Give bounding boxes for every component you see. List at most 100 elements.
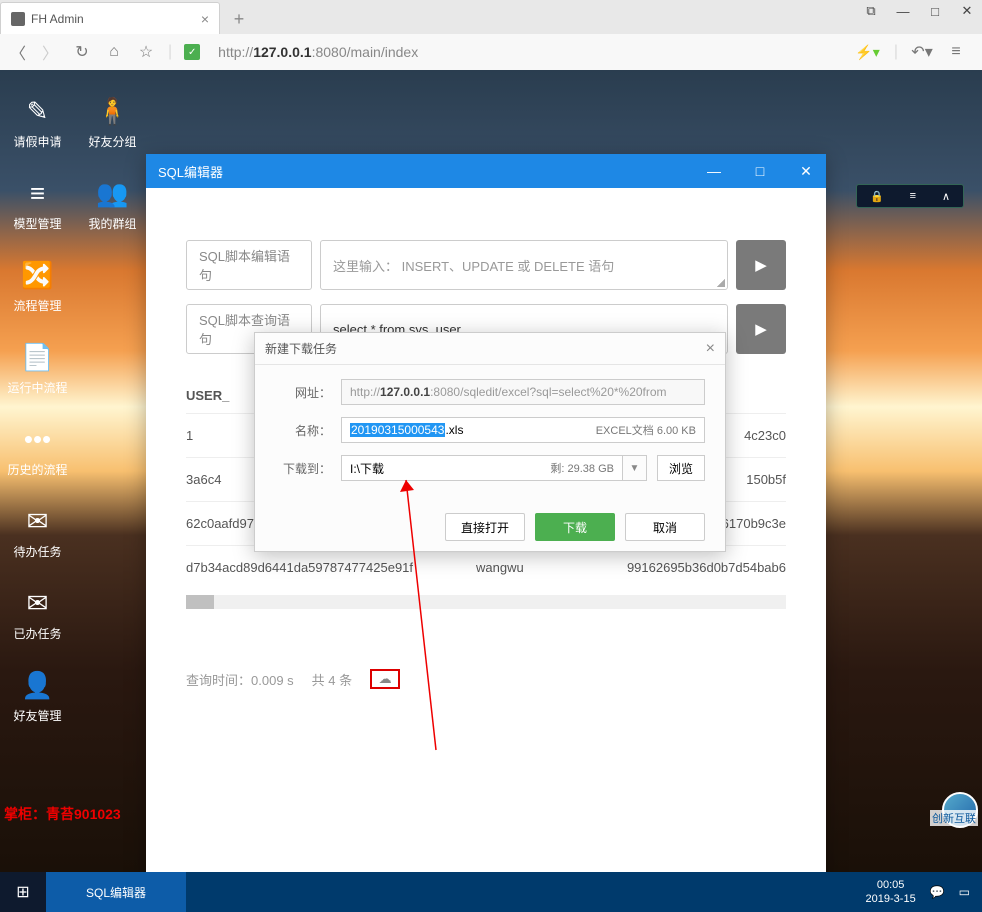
- taskbar-item-sql[interactable]: SQL编辑器: [46, 872, 186, 912]
- url-scheme: http://: [218, 44, 253, 60]
- run-edit-button[interactable]: ▶: [736, 240, 786, 290]
- sidebar-item-label: 模型管理: [13, 215, 61, 232]
- download-button[interactable]: 下载: [535, 513, 615, 541]
- download-dialog: 新建下载任务 × 网址： http://127.0.0.1:8080/sqled…: [254, 332, 726, 552]
- url-host: 127.0.0.1: [253, 44, 311, 60]
- cell: wangwu: [476, 560, 576, 575]
- clock[interactable]: 00:05 2019-3-15: [866, 878, 916, 907]
- maximize-button[interactable]: □: [928, 4, 942, 18]
- sidebar-item-my-groups[interactable]: 👥我的群组: [75, 168, 150, 242]
- sidebar-item-label: 待办任务: [13, 543, 61, 560]
- scrollbar-thumb[interactable]: [186, 595, 214, 609]
- window-panel-controls[interactable]: 🔒 ≡ ∧: [856, 184, 964, 208]
- sql-titlebar[interactable]: SQL编辑器 — □ ✕: [146, 154, 826, 188]
- tab-favicon-icon: [11, 12, 25, 26]
- bolt-icon[interactable]: ⚡▾: [855, 44, 879, 61]
- close-button[interactable]: ✕: [798, 163, 814, 180]
- sidebar-item-history-process[interactable]: •••历史的流程: [0, 414, 75, 488]
- home-button[interactable]: ⌂: [104, 42, 124, 62]
- minimize-button[interactable]: —: [706, 163, 722, 180]
- sidebar-item-label: 好友分组: [88, 133, 136, 150]
- url-bar[interactable]: http://127.0.0.1:8080/main/index: [212, 44, 843, 60]
- sidebar-item-friend-group[interactable]: 🧍好友分组: [75, 86, 150, 160]
- url-text: 127.0.0.1: [380, 385, 430, 399]
- sidebar-item-model-mgmt[interactable]: ≡ 模型管理: [0, 168, 75, 242]
- menu-icon[interactable]: ≡: [946, 42, 966, 62]
- browser-chrome: FH Admin × + ⧉ — □ ✕ 〈 〉 ↻ ⌂ ☆ | ✓ http:…: [0, 0, 982, 70]
- url-input[interactable]: http://127.0.0.1:8080/sqledit/excel?sql=…: [341, 379, 705, 405]
- favorite-button[interactable]: ☆: [136, 42, 156, 62]
- taskbar-item-label: SQL编辑器: [86, 884, 146, 901]
- list-icon[interactable]: ≡: [910, 190, 916, 202]
- forward-button[interactable]: 〉: [40, 42, 60, 62]
- maximize-button[interactable]: □: [752, 163, 768, 180]
- sidebar-item-label: 流程管理: [13, 297, 61, 314]
- path-dropdown-button[interactable]: ▼: [623, 455, 647, 481]
- browse-button[interactable]: 浏览: [657, 455, 705, 481]
- sidebar-item-leave-request[interactable]: ✎ 请假申请: [0, 86, 75, 160]
- edit-sql-input[interactable]: 这里输入： INSERT、UPDATE 或 DELETE 语句: [320, 240, 728, 290]
- minimize-button[interactable]: —: [896, 4, 910, 18]
- shield-icon[interactable]: ✓: [184, 44, 200, 60]
- sidebar-item-friend-mgmt[interactable]: 👤好友管理: [0, 660, 75, 734]
- sidebar-blank: [75, 332, 150, 406]
- open-direct-button[interactable]: 直接打开: [445, 513, 525, 541]
- sidebar-blank: [75, 578, 150, 652]
- close-icon[interactable]: ×: [201, 11, 209, 27]
- sidebar-blank: [75, 250, 150, 324]
- sidebar-item-label: 已办任务: [13, 625, 61, 642]
- sidebar-item-label: 历史的流程: [7, 461, 67, 478]
- edit-square-icon: ✎: [23, 97, 53, 127]
- url-text: :8080/sqledit/excel?sql=select%20*%20fro…: [430, 385, 666, 399]
- back-button[interactable]: 〈: [8, 42, 28, 62]
- window-controls: ⧉ — □ ✕: [864, 4, 974, 18]
- run-query-button[interactable]: ▶: [736, 304, 786, 354]
- url-label: 网址：: [275, 384, 331, 401]
- file-meta: EXCEL文档 6.00 KB: [596, 422, 696, 438]
- chevron-up-icon[interactable]: ∧: [942, 190, 950, 203]
- new-tab-button[interactable]: +: [224, 4, 254, 34]
- filename-input[interactable]: 20190315000543.xls EXCEL文档 6.00 KB: [341, 417, 705, 443]
- reload-button[interactable]: ↻: [72, 42, 92, 62]
- watermark-text: 掌柜：青苔901023: [0, 802, 125, 826]
- undo-icon[interactable]: ↶▾: [912, 42, 932, 62]
- stack-icon: ≡: [23, 179, 53, 209]
- taskbar: ⊞ SQL编辑器 00:05 2019-3-15 💬 ▭: [0, 872, 982, 912]
- sidebar-item-label: 请假申请: [13, 133, 61, 150]
- nav-bar: 〈 〉 ↻ ⌂ ☆ | ✓ http://127.0.0.1:8080/main…: [0, 34, 982, 70]
- assistant-avatar[interactable]: [942, 792, 978, 828]
- group-icon: 👥: [98, 179, 128, 209]
- system-tray: 00:05 2019-3-15 💬 ▭: [854, 872, 982, 912]
- edit-sql-label: SQL脚本编辑语句: [186, 240, 312, 290]
- notification-icon[interactable]: ▭: [959, 885, 970, 899]
- path-label: 下载到：: [275, 460, 331, 477]
- browser-tab[interactable]: FH Admin ×: [0, 2, 220, 34]
- close-icon[interactable]: ×: [706, 340, 715, 358]
- url-text: http://: [350, 385, 380, 399]
- download-titlebar[interactable]: 新建下载任务 ×: [255, 333, 725, 365]
- tabs-icon[interactable]: ⧉: [864, 4, 878, 18]
- sidebar-item-label: 运行中流程: [7, 379, 67, 396]
- path-value: I:\下载: [350, 460, 550, 477]
- cancel-button[interactable]: 取消: [625, 513, 705, 541]
- shuffle-icon: 🔀: [23, 261, 53, 291]
- start-button[interactable]: ⊞: [0, 872, 46, 912]
- close-button[interactable]: ✕: [960, 4, 974, 18]
- path-input[interactable]: I:\下载 剩: 29.38 GB: [341, 455, 623, 481]
- sidebar-item-running-process[interactable]: 📄运行中流程: [0, 332, 75, 406]
- name-label: 名称：: [275, 422, 331, 439]
- horizontal-scrollbar[interactable]: [186, 595, 786, 609]
- resize-corner-icon[interactable]: [717, 279, 725, 287]
- row-count: 共 4 条: [312, 670, 352, 689]
- cell: d7b34acd89d6441da59787477425e91f: [186, 560, 476, 575]
- lock-icon[interactable]: 🔒: [870, 190, 884, 203]
- desktop-background: ✎ 请假申请 🧍好友分组 ≡ 模型管理 👥我的群组 🔀 流程管理 📄运行中流程 •••…: [0, 70, 982, 872]
- download-icon[interactable]: ☁: [370, 669, 400, 689]
- chat-icon[interactable]: 💬: [930, 885, 945, 899]
- sidebar-item-pending-tasks[interactable]: ✉待办任务: [0, 496, 75, 570]
- sidebar-item-done-tasks[interactable]: ✉已办任务: [0, 578, 75, 652]
- sidebar-item-process-mgmt[interactable]: 🔀 流程管理: [0, 250, 75, 324]
- sidebar: ✎ 请假申请 🧍好友分组 ≡ 模型管理 👥我的群组 🔀 流程管理 📄运行中流程 •••…: [0, 70, 150, 750]
- disk-free: 剩: 29.38 GB: [550, 460, 614, 476]
- sidebar-item-label: 好友管理: [13, 707, 61, 724]
